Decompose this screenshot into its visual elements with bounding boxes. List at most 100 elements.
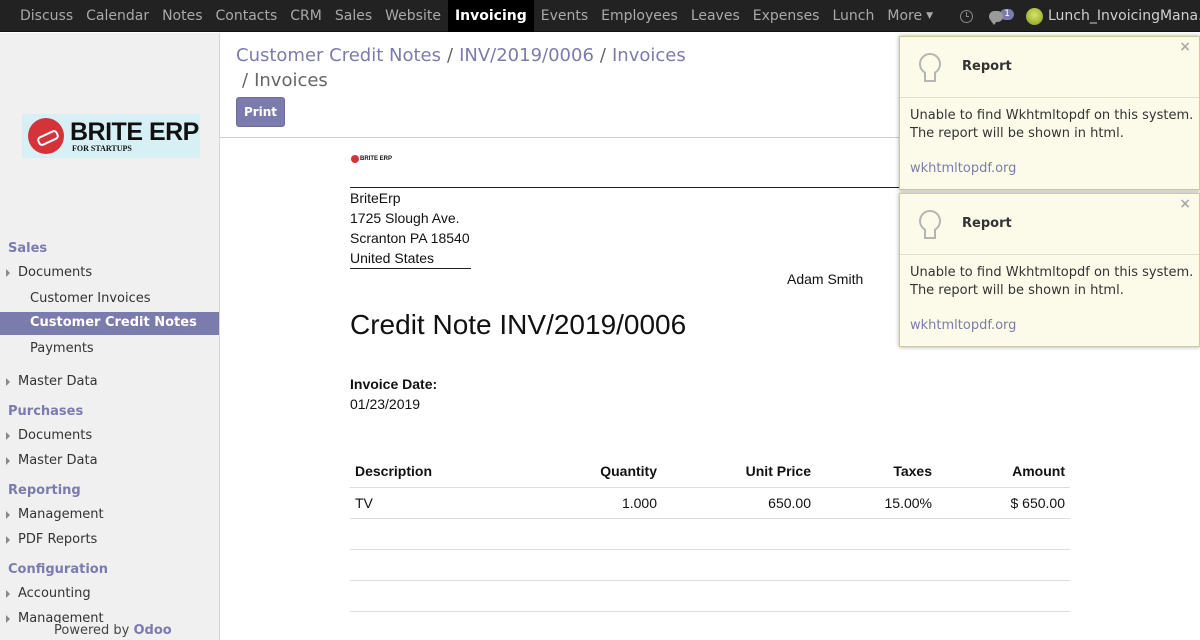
print-button[interactable]: Print: [236, 97, 285, 127]
sidebar-item-pdf-reports[interactable]: PDF Reports: [6, 532, 98, 547]
close-icon[interactable]: ×: [1179, 39, 1191, 55]
table-empty-row: [350, 518, 1070, 550]
sidebar-item-label: Master Data: [18, 453, 98, 468]
invoice-lines-table: Description Quantity Unit Price Taxes Am…: [350, 456, 1070, 612]
menu-notes[interactable]: Notes: [156, 0, 208, 32]
sidebar-item-sales-master-data[interactable]: Master Data: [6, 374, 98, 389]
col-amount: Amount: [937, 456, 1070, 488]
address-divider: [350, 268, 471, 269]
notification-title: Report: [962, 216, 1012, 231]
sidebar-item-label: Master Data: [18, 374, 98, 389]
messaging-menu[interactable]: 1: [989, 8, 1014, 25]
app-menu: Discuss Calendar Notes Contacts CRM Sale…: [14, 0, 940, 32]
sidebar-item-payments[interactable]: Payments: [30, 341, 94, 356]
systray: 1 Lunch_InvoicingMana...: [960, 0, 1200, 32]
menu-expenses[interactable]: Expenses: [747, 0, 826, 32]
report-logo: BRITE ERP: [351, 155, 392, 163]
col-unit-price: Unit Price: [662, 456, 816, 488]
notification-header: Report: [900, 37, 1199, 98]
sidebar-item-management[interactable]: Management: [6, 507, 104, 522]
user-menu[interactable]: Lunch_InvoicingMana...: [1048, 8, 1200, 24]
wkhtmltopdf-link[interactable]: wkhtmltopdf.org: [910, 161, 1016, 176]
menu-sales[interactable]: Sales: [329, 0, 378, 32]
sidebar-item-label: Accounting: [18, 586, 91, 601]
sidebar-item-accounting[interactable]: Accounting: [6, 586, 91, 601]
breadcrumb-current: Invoices: [254, 70, 328, 91]
notification-message: Unable to find Wkhtmltopdf on this syste…: [910, 265, 1194, 298]
empty-cell: [350, 549, 1070, 581]
empty-cell: [350, 518, 1070, 550]
logo-mark-icon: [28, 118, 64, 154]
caret-right-icon: [6, 432, 10, 440]
menu-discuss[interactable]: Discuss: [14, 0, 79, 32]
clock-icon[interactable]: [960, 9, 974, 23]
invoice-date-label: Invoice Date:: [350, 376, 438, 392]
caret-right-icon: [6, 269, 10, 277]
breadcrumb: Customer Credit Notes / INV/2019/0006/Invo…: [236, 43, 756, 93]
cell-unit-price: 650.00: [662, 487, 816, 519]
section-reporting: Reporting: [8, 483, 81, 498]
menu-lunch[interactable]: Lunch: [826, 0, 880, 32]
sidebar-item-label: PDF Reports: [18, 532, 98, 547]
notification-report-1: Report × Unable to find Wkhtmltopdf on t…: [899, 36, 1200, 190]
cell-description: TV: [350, 487, 530, 519]
sidebar: BRITE ERP FOR STARTUPS Sales Documents C…: [0, 33, 220, 640]
menu-website[interactable]: Website: [379, 0, 447, 32]
sidebar-item-label: Documents: [18, 265, 93, 280]
company-city: Scranton PA 18540: [350, 230, 470, 246]
caret-right-icon: [6, 590, 10, 598]
header-divider: [350, 187, 910, 188]
menu-employees[interactable]: Employees: [595, 0, 684, 32]
odoo-link[interactable]: Odoo: [134, 623, 172, 638]
sidebar-item-purchases-master-data[interactable]: Master Data: [6, 453, 98, 468]
cell-taxes: 15.00%: [816, 487, 937, 519]
logo-sub-text: FOR STARTUPS: [72, 143, 132, 153]
menu-contacts[interactable]: Contacts: [210, 0, 284, 32]
sidebar-item-customer-credit-notes[interactable]: Customer Credit Notes: [0, 312, 219, 335]
powered-by-text: Powered by: [54, 623, 130, 638]
caret-down-icon: ▼: [926, 11, 933, 21]
table-header-row: Description Quantity Unit Price Taxes Am…: [350, 456, 1070, 488]
menu-more-label: More: [887, 8, 923, 24]
breadcrumb-customer-credit-notes[interactable]: Customer Credit Notes: [236, 45, 441, 66]
caret-right-icon: [6, 511, 10, 519]
sidebar-item-purchases-documents[interactable]: Documents: [6, 428, 93, 443]
section-configuration: Configuration: [8, 562, 108, 577]
company-country: United States: [350, 250, 435, 266]
menu-more[interactable]: More ▼: [881, 0, 939, 32]
breadcrumb-invoices-link[interactable]: Invoices: [612, 45, 686, 66]
caret-right-icon: [6, 378, 10, 386]
notification-header: Report: [900, 194, 1199, 255]
company-logo[interactable]: BRITE ERP FOR STARTUPS: [22, 114, 200, 158]
breadcrumb-invoice[interactable]: INV/2019/0006: [459, 45, 594, 66]
breadcrumb-separator: /: [242, 70, 249, 91]
notification-report-2: Report × Unable to find Wkhtmltopdf on t…: [899, 193, 1200, 347]
menu-crm[interactable]: CRM: [284, 0, 328, 32]
breadcrumb-separator: /: [447, 45, 454, 66]
table-empty-row: [350, 549, 1070, 581]
close-icon[interactable]: ×: [1179, 196, 1191, 212]
invoice-date-value: 01/23/2019: [350, 396, 421, 412]
empty-cell: [350, 580, 1070, 612]
menu-calendar[interactable]: Calendar: [80, 0, 155, 32]
logo-main-text: BRITE ERP: [70, 117, 199, 146]
col-quantity: Quantity: [530, 456, 662, 488]
breadcrumb-separator: /: [599, 45, 606, 66]
user-avatar[interactable]: [1026, 7, 1043, 25]
powered-by-footer: Powered by Odoo: [54, 623, 219, 638]
sidebar-item-label: Documents: [18, 428, 93, 443]
col-description: Description: [350, 456, 530, 488]
wkhtmltopdf-link[interactable]: wkhtmltopdf.org: [910, 318, 1016, 333]
top-navbar: Discuss Calendar Notes Contacts CRM Sale…: [0, 0, 1200, 32]
notification-title: Report: [962, 59, 1012, 74]
menu-leaves[interactable]: Leaves: [685, 0, 746, 32]
partner-name: Adam Smith: [787, 271, 864, 287]
sidebar-item-customer-invoices[interactable]: Customer Invoices: [30, 291, 151, 306]
chat-icon: [989, 10, 1004, 25]
menu-events[interactable]: Events: [535, 0, 594, 32]
menu-invoicing[interactable]: Invoicing: [447, 0, 534, 32]
lightbulb-icon: [919, 210, 941, 240]
company-name: BriteErp: [350, 190, 401, 206]
sidebar-item-sales-documents[interactable]: Documents: [6, 265, 93, 280]
lightbulb-icon: [919, 53, 941, 83]
